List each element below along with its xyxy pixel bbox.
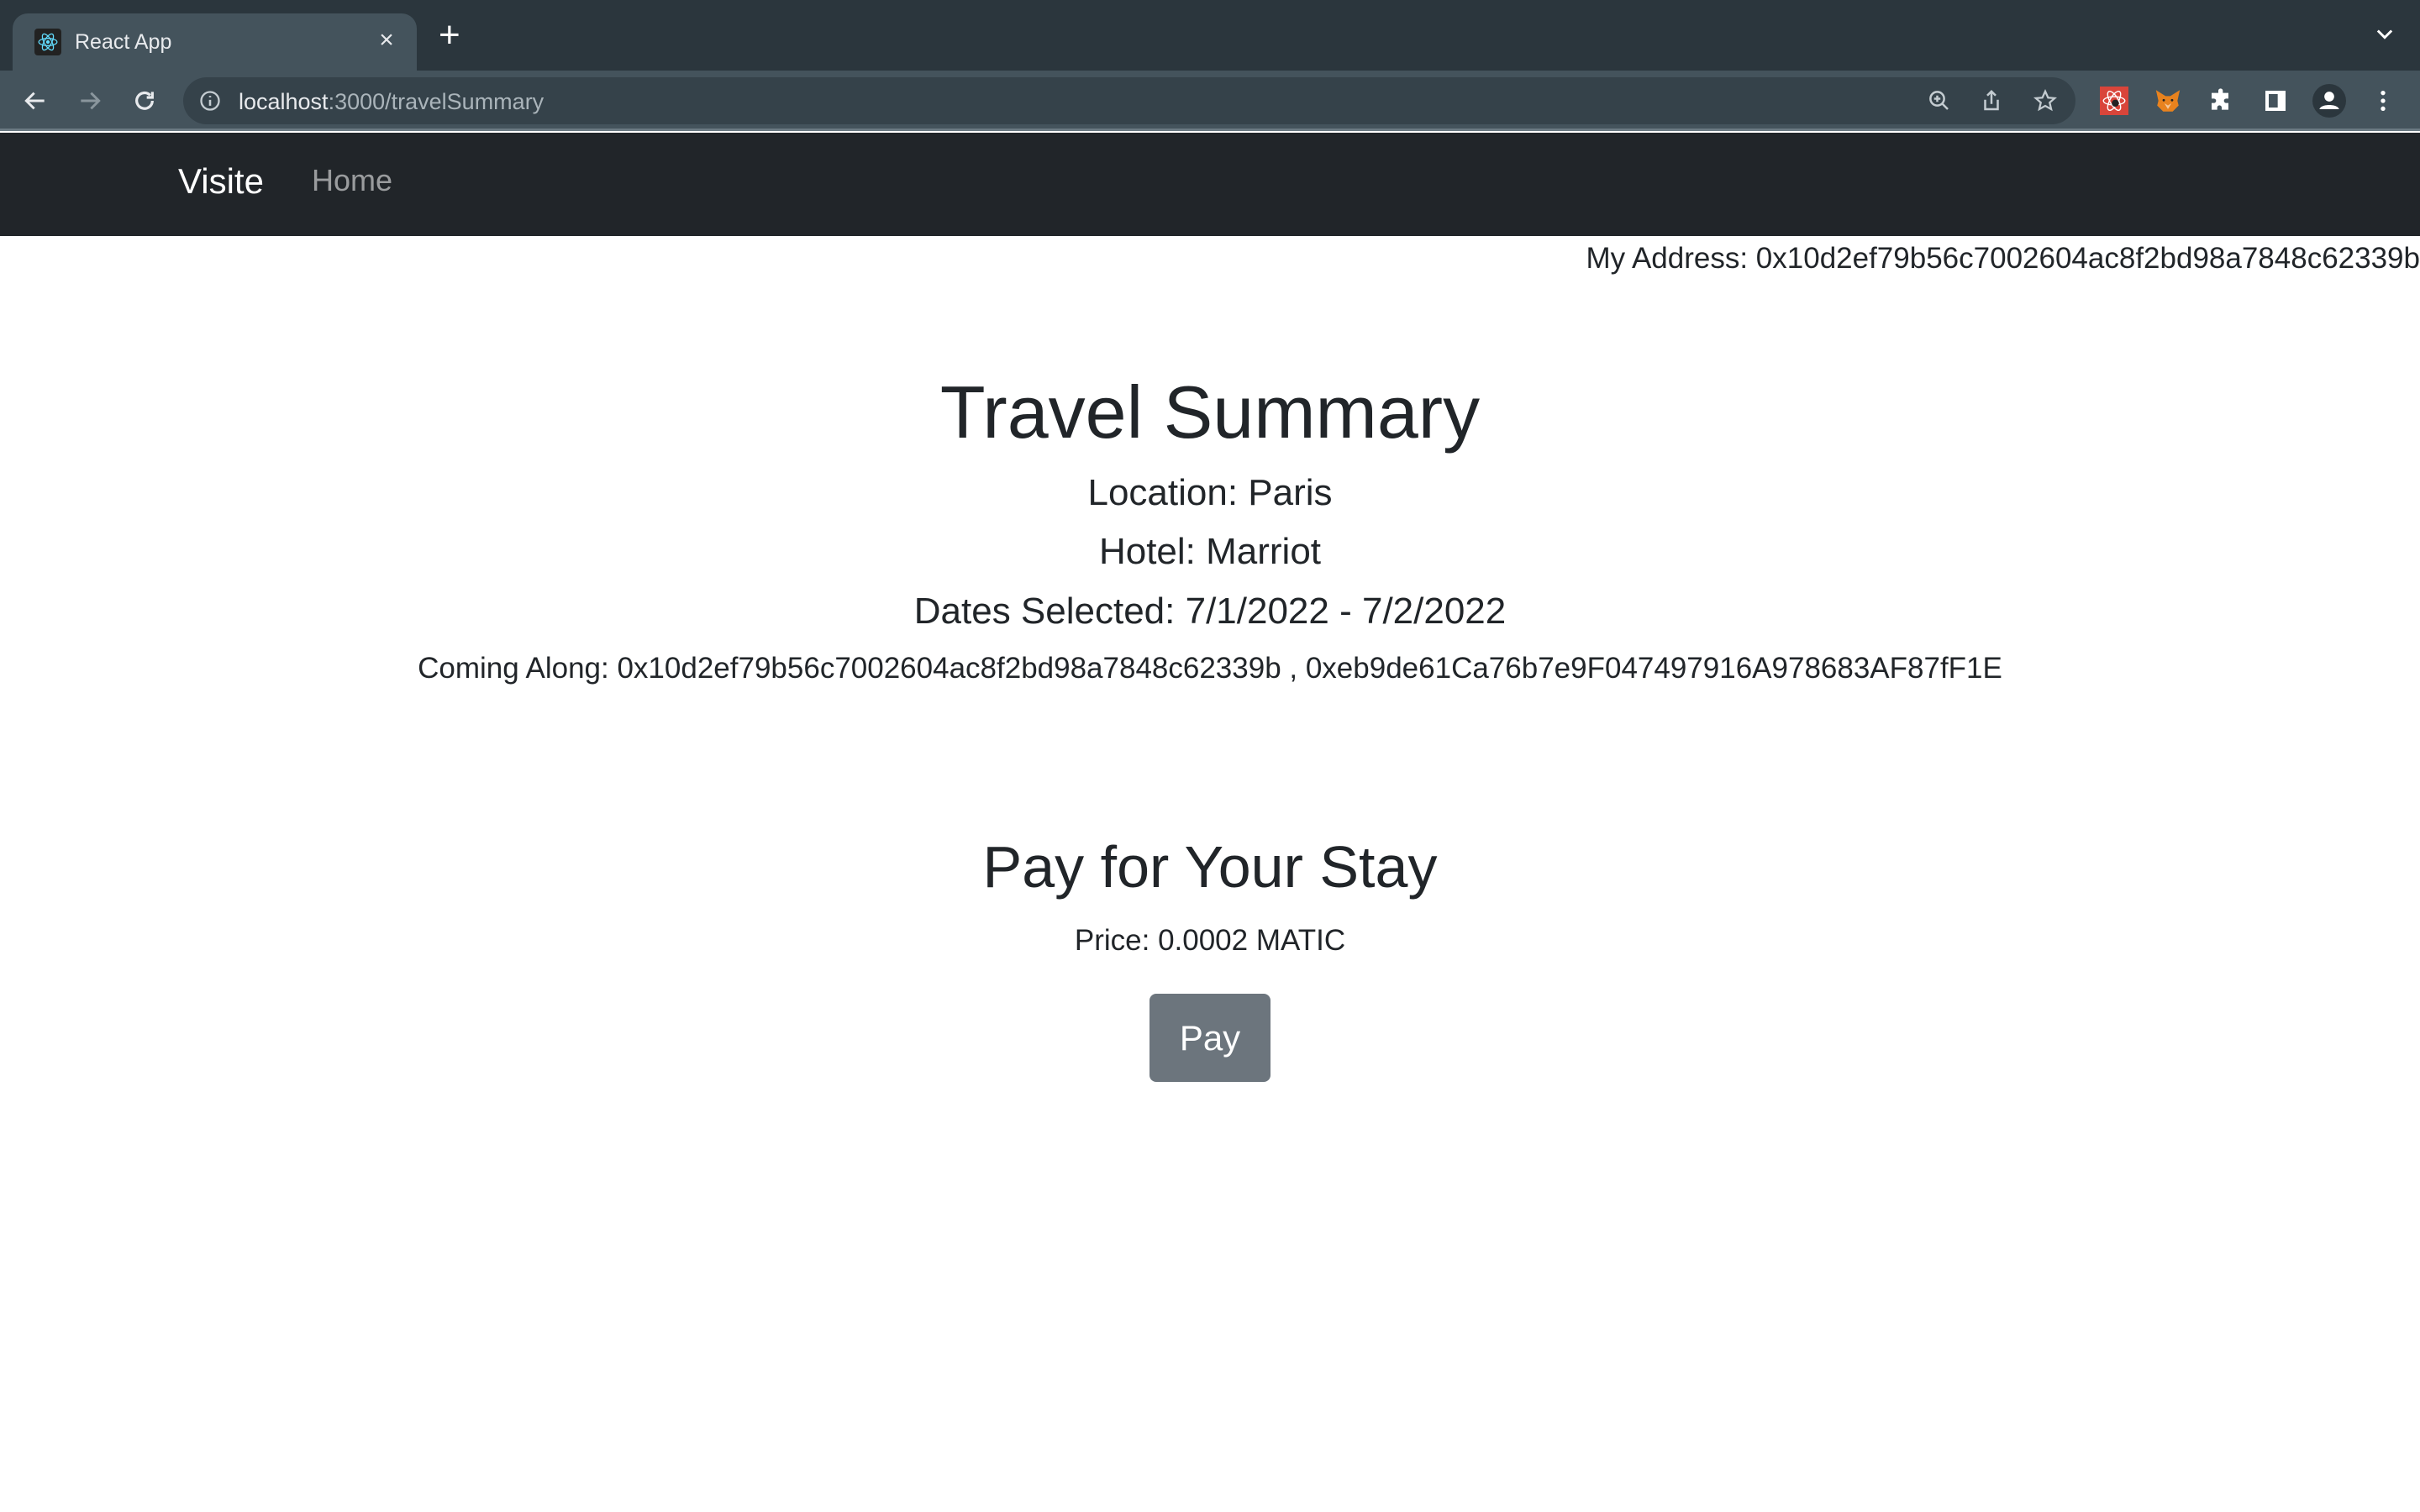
browser-toolbar: localhost:3000/travelSummary (0, 71, 2420, 131)
tab-close-icon[interactable]: × (371, 25, 402, 55)
tab-title: React App (75, 30, 172, 54)
metamask-icon[interactable] (2151, 84, 2185, 118)
side-panel-icon[interactable] (2259, 84, 2292, 118)
react-devtools-icon[interactable] (2097, 84, 2131, 118)
app-navbar: Visite Home (0, 133, 2420, 236)
profile-icon[interactable] (2312, 84, 2346, 118)
zoom-icon[interactable] (1926, 87, 1953, 114)
browser-tab[interactable]: React App × (13, 13, 417, 71)
reload-icon[interactable] (128, 84, 161, 118)
share-icon[interactable] (1978, 87, 2005, 114)
hotel-text: Hotel: Marriot (1098, 531, 1322, 572)
address-bar[interactable]: localhost:3000/travelSummary (183, 77, 2075, 124)
menu-icon[interactable] (2366, 84, 2400, 118)
navbar-brand[interactable]: Visite (178, 161, 264, 202)
react-icon (34, 29, 61, 55)
star-icon[interactable] (2032, 87, 2059, 114)
forward-icon[interactable] (73, 84, 107, 118)
info-icon[interactable] (198, 89, 222, 117)
page-title: Travel Summary (939, 370, 1481, 454)
my-address: My Address: 0x10d2ef79b56c7002604ac8f2bd… (1586, 242, 2420, 275)
dates-text: Dates Selected: 7/1/2022 - 7/2/2022 (913, 591, 1507, 632)
payment-title: Pay for Your Stay (982, 834, 1438, 900)
url-path: :3000/travelSummary (328, 89, 544, 114)
coming-along-text: Coming Along: 0x10d2ef79b56c7002604ac8f2… (418, 652, 2002, 685)
location-text: Location: Paris (1087, 472, 1333, 513)
pay-button[interactable]: Pay (1150, 994, 1270, 1082)
price-text: Price: 0.0002 MATIC (1074, 924, 1346, 957)
back-icon[interactable] (18, 84, 52, 118)
nav-link-home[interactable]: Home (312, 163, 392, 198)
extensions-icon[interactable] (2205, 84, 2238, 118)
url-host: localhost (239, 89, 329, 114)
url-text[interactable]: localhost:3000/travelSummary (239, 89, 544, 115)
new-tab-button[interactable]: + (439, 17, 460, 54)
browser-tab-strip: React App × + (0, 0, 2420, 71)
chevron-down-icon[interactable] (2373, 22, 2396, 50)
